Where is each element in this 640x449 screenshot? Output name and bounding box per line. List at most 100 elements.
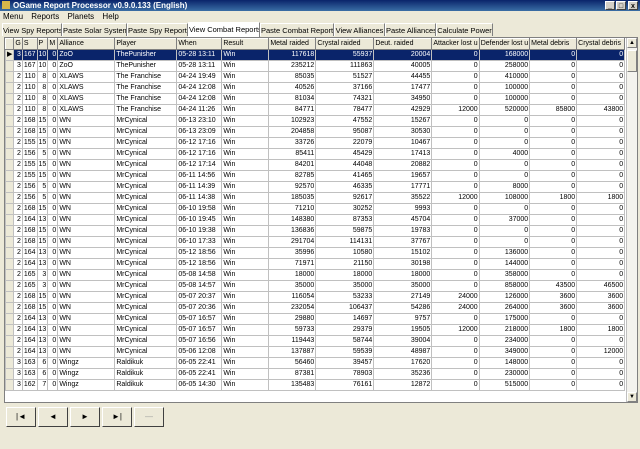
menu-item-menu[interactable]: Menu bbox=[3, 12, 23, 21]
table-row[interactable]: 2 168 15 0 WN MrCynical 05-07 20:36 Win 232054 10… bbox=[5, 302, 626, 314]
first-record-button[interactable]: |◄ bbox=[6, 407, 36, 427]
table-row[interactable]: 3 167 10 0 ZoO ThePunisher 05-28 13:11 Win 23521… bbox=[5, 60, 626, 72]
row-indicator[interactable] bbox=[5, 258, 15, 270]
maximize-button[interactable]: □ bbox=[616, 1, 626, 10]
column-header-attacker-lost[interactable]: Attacker lost u bbox=[431, 38, 480, 50]
column-header-p[interactable]: P bbox=[36, 38, 49, 50]
vertical-scrollbar[interactable]: ▲ ▼ bbox=[626, 38, 637, 402]
table-row[interactable]: 2 165 3 0 WN MrCynical 05-08 14:58 Win 18000 1800… bbox=[5, 269, 626, 281]
table-row[interactable]: 2 156 5 0 WN MrCynical 06-11 14:38 Win 185035 926… bbox=[5, 192, 626, 204]
row-indicator[interactable] bbox=[5, 214, 15, 226]
table-row[interactable]: 2 164 13 0 WN MrCynical 05-12 18:56 Win 71971 211… bbox=[5, 258, 626, 270]
row-indicator[interactable] bbox=[5, 82, 15, 94]
row-indicator[interactable] bbox=[5, 291, 15, 303]
row-indicator[interactable] bbox=[5, 302, 15, 314]
tab-paste-alliances[interactable]: Paste Alliances bbox=[385, 23, 436, 36]
minimize-button[interactable]: _ bbox=[605, 1, 615, 10]
tab-calculate-power[interactable]: Calculate Power bbox=[436, 23, 493, 36]
tab-view-combat-reports[interactable]: View Combat Reports bbox=[188, 22, 260, 37]
tab-paste-solar-system[interactable]: Paste Solar System bbox=[62, 23, 127, 36]
table-row[interactable]: 2 155 15 0 WN MrCynical 06-11 14:56 Win 82785 414… bbox=[5, 170, 626, 182]
table-row[interactable]: 2 168 15 0 WN MrCynical 06-10 19:58 Win 71210 302… bbox=[5, 203, 626, 215]
table-row[interactable]: 2 110 8 0 XLAWS The Franchise 04-24 19:49 Win 85… bbox=[5, 71, 626, 83]
row-indicator[interactable] bbox=[5, 236, 15, 248]
row-indicator[interactable] bbox=[5, 170, 15, 182]
table-row[interactable]: 2 164 13 0 WN MrCynical 05-12 18:56 Win 35996 105… bbox=[5, 247, 626, 259]
table-row[interactable]: 2 156 5 0 WN MrCynical 06-11 14:39 Win 92570 4633… bbox=[5, 181, 626, 193]
table-row[interactable]: 2 110 8 0 XLAWS The Franchise 04-24 12:08 Win 40… bbox=[5, 82, 626, 94]
tab-paste-spy-reports[interactable]: Paste Spy Reports bbox=[127, 23, 188, 36]
row-indicator[interactable] bbox=[5, 346, 15, 358]
column-header-result[interactable]: Result bbox=[221, 38, 270, 50]
tab-view-alliances[interactable]: View Alliances bbox=[334, 23, 385, 36]
table-row[interactable]: 2 164 13 0 WN MrCynical 06-10 19:45 Win 148380 87… bbox=[5, 214, 626, 226]
column-header-when[interactable]: When bbox=[176, 38, 223, 50]
row-indicator[interactable] bbox=[5, 192, 15, 204]
row-indicator[interactable] bbox=[5, 225, 15, 237]
table-row[interactable]: 2 168 15 0 WN MrCynical 06-10 19:38 Win 136836 59… bbox=[5, 225, 626, 237]
row-indicator[interactable] bbox=[5, 71, 15, 83]
menu-item-planets[interactable]: Planets bbox=[68, 12, 95, 21]
column-header-crystal-debris[interactable]: Crystal debris bbox=[576, 38, 626, 50]
row-indicator[interactable] bbox=[5, 115, 15, 127]
column-header-defender-lost[interactable]: Defender lost u bbox=[478, 38, 531, 50]
table-row[interactable]: 2 168 15 0 WN MrCynical 05-07 20:37 Win 116054 53… bbox=[5, 291, 626, 303]
tab-paste-combat-reports[interactable]: Paste Combat Reports bbox=[260, 23, 334, 36]
close-button[interactable]: x bbox=[628, 1, 638, 10]
table-row[interactable]: 2 165 3 0 WN MrCynical 05-08 14:57 Win 35000 3500… bbox=[5, 280, 626, 292]
prior-record-button[interactable]: ◄ bbox=[38, 407, 68, 427]
table-row[interactable]: 3 163 6 0 Wingz Raldikuk 06-05 22:41 Win 56460 39… bbox=[5, 357, 626, 369]
row-indicator[interactable] bbox=[5, 247, 15, 259]
combat-reports-grid[interactable]: G S P M Alliance Player When Result Metal raided… bbox=[4, 37, 638, 403]
refresh-button[interactable]: — bbox=[134, 407, 164, 427]
last-record-button[interactable]: ►| bbox=[102, 407, 132, 427]
table-row[interactable]: 2 168 15 0 WN MrCynical 06-10 17:33 Win 291704 11… bbox=[5, 236, 626, 248]
table-row[interactable]: ▶ 3 167 10 0 ZoO ThePunisher 05-28 13:11 Win 1176… bbox=[5, 49, 626, 61]
row-indicator[interactable]: ▶ bbox=[5, 49, 15, 61]
table-row[interactable]: 2 164 13 0 WN MrCynical 05-07 16:57 Win 29880 146… bbox=[5, 313, 626, 325]
row-indicator[interactable] bbox=[5, 324, 15, 336]
table-row[interactable]: 2 155 15 0 WN MrCynical 06-12 17:14 Win 84201 440… bbox=[5, 159, 626, 171]
row-indicator[interactable] bbox=[5, 93, 15, 105]
scroll-thumb[interactable] bbox=[627, 50, 637, 72]
column-header-metal-debris[interactable]: Metal debris bbox=[529, 38, 578, 50]
column-header-alliance[interactable]: Alliance bbox=[57, 38, 116, 50]
next-record-button[interactable]: ► bbox=[70, 407, 100, 427]
table-row[interactable]: 2 164 13 0 WN MrCynical 05-07 16:56 Win 119443 58… bbox=[5, 335, 626, 347]
row-indicator[interactable] bbox=[5, 104, 15, 116]
row-indicator[interactable] bbox=[5, 280, 15, 292]
tab-view-spy-reports[interactable]: View Spy Reports bbox=[2, 23, 62, 36]
table-row[interactable]: 3 163 6 0 Wingz Raldikuk 06-05 22:41 Win 87381 78… bbox=[5, 368, 626, 380]
row-indicator[interactable] bbox=[5, 357, 15, 369]
row-indicator[interactable] bbox=[5, 181, 15, 193]
menu-item-help[interactable]: Help bbox=[102, 12, 118, 21]
row-indicator[interactable] bbox=[5, 368, 15, 380]
table-row[interactable]: 3 162 7 0 Wingz Raldikuk 06-05 14:30 Win 135483 7… bbox=[5, 379, 626, 391]
column-header-metal-raided[interactable]: Metal raided bbox=[268, 38, 317, 50]
scroll-down-icon[interactable]: ▼ bbox=[627, 392, 637, 402]
column-header-player[interactable]: Player bbox=[114, 38, 178, 50]
row-indicator[interactable] bbox=[5, 379, 15, 391]
table-row[interactable]: 2 155 15 0 WN MrCynical 06-12 17:16 Win 33726 220… bbox=[5, 137, 626, 149]
row-indicator[interactable] bbox=[5, 269, 15, 281]
row-indicator[interactable] bbox=[5, 148, 15, 160]
table-row[interactable]: 2 110 8 0 XLAWS The Franchise 04-24 11:26 Win 84… bbox=[5, 104, 626, 116]
scroll-up-icon[interactable]: ▲ bbox=[627, 38, 637, 48]
column-header-s[interactable]: S bbox=[21, 38, 38, 50]
column-header-g[interactable]: G bbox=[13, 38, 23, 50]
row-indicator[interactable] bbox=[5, 203, 15, 215]
table-row[interactable]: 2 164 13 0 WN MrCynical 05-07 16:57 Win 59733 293… bbox=[5, 324, 626, 336]
row-indicator[interactable] bbox=[5, 335, 15, 347]
table-row[interactable]: 2 164 13 0 WN MrCynical 05-06 12:08 Win 137887 59… bbox=[5, 346, 626, 358]
table-row[interactable]: 2 110 8 0 XLAWS The Franchise 04-24 12:08 Win 81… bbox=[5, 93, 626, 105]
row-indicator[interactable] bbox=[5, 137, 15, 149]
row-indicator[interactable] bbox=[5, 126, 15, 138]
row-indicator[interactable] bbox=[5, 313, 15, 325]
column-header-crystal-raided[interactable]: Crystal raided bbox=[315, 38, 375, 50]
table-row[interactable]: 2 168 15 0 WN MrCynical 06-13 23:10 Win 102923 47… bbox=[5, 115, 626, 127]
menu-item-reports[interactable]: Reports bbox=[31, 12, 59, 21]
row-indicator[interactable] bbox=[5, 60, 15, 72]
row-indicator[interactable] bbox=[5, 159, 15, 171]
column-header-m[interactable]: M bbox=[47, 38, 59, 50]
column-header-deut-raided[interactable]: Deut. raided bbox=[373, 38, 433, 50]
